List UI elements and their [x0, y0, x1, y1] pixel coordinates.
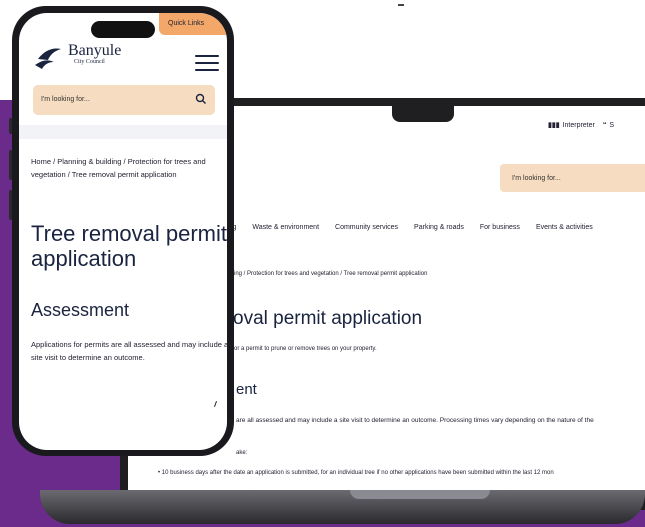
interpreter-label: Interpreter	[562, 121, 595, 129]
phone-dynamic-island	[91, 21, 155, 38]
laptop-main-nav: ilding Waste & environment Community ser…	[220, 224, 593, 231]
search-icon[interactable]	[195, 93, 207, 105]
quote-icon: “	[602, 121, 607, 129]
nav-item[interactable]: Parking & roads	[414, 224, 464, 231]
phone-body-text: Applications for permits are all assesse…	[31, 340, 227, 362]
nav-item[interactable]: For business	[480, 224, 520, 231]
interpreter-link[interactable]: ▮▮▮ Interpreter	[548, 121, 595, 130]
scroll-mark	[214, 401, 217, 407]
phone-section-heading: Assessment	[31, 300, 130, 320]
swallow-logo-icon	[35, 48, 61, 69]
nav-item[interactable]: Events & activities	[536, 224, 593, 231]
phone-screen: Quick Links Banyule City Council I'm loo…	[19, 13, 227, 450]
laptop-list-intro: ake:	[236, 450, 248, 456]
phone-search-input[interactable]: I'm looking for...	[33, 85, 215, 115]
logo-name: Banyule	[68, 42, 122, 59]
search-placeholder: I'm looking for...	[41, 96, 90, 103]
laptop-base-lip	[350, 490, 490, 499]
laptop-section-heading: ent	[236, 381, 257, 398]
phone-page-title: Tree removal permit application	[31, 221, 227, 271]
quote-label: S	[609, 121, 615, 129]
laptop-base	[40, 490, 645, 524]
logo-subtitle: City Council	[74, 59, 105, 65]
quick-links-button[interactable]: Quick Links	[159, 13, 227, 35]
three-bars-icon: ▮▮▮	[548, 122, 560, 129]
nav-item[interactable]: Community services	[335, 224, 398, 231]
laptop-notch	[392, 106, 454, 122]
phone-breadcrumb[interactable]: Home / Planning & building / Protection …	[31, 156, 221, 181]
laptop-search-input[interactable]: I'm looking for...	[500, 164, 645, 192]
header-divider	[19, 125, 227, 139]
banyule-logo[interactable]: Banyule City Council	[34, 43, 121, 73]
laptop-list-item: • 10 business days after the date an app…	[158, 470, 554, 476]
laptop-intro-text: or a permit to prune or remove trees on …	[234, 346, 377, 352]
utility-bar: ▮▮▮ Interpreter “ S	[548, 121, 614, 130]
menu-icon[interactable]	[195, 55, 219, 76]
laptop-breadcrumb[interactable]: ilding / Protection for trees and vegeta…	[228, 271, 427, 277]
nav-item[interactable]: Waste & environment	[252, 224, 319, 231]
laptop-body-text: are all assessed and may include a site …	[236, 417, 594, 424]
quote-link[interactable]: “ S	[603, 121, 614, 129]
laptop-page-title: oval permit application	[233, 308, 423, 329]
top-mark	[398, 4, 404, 6]
